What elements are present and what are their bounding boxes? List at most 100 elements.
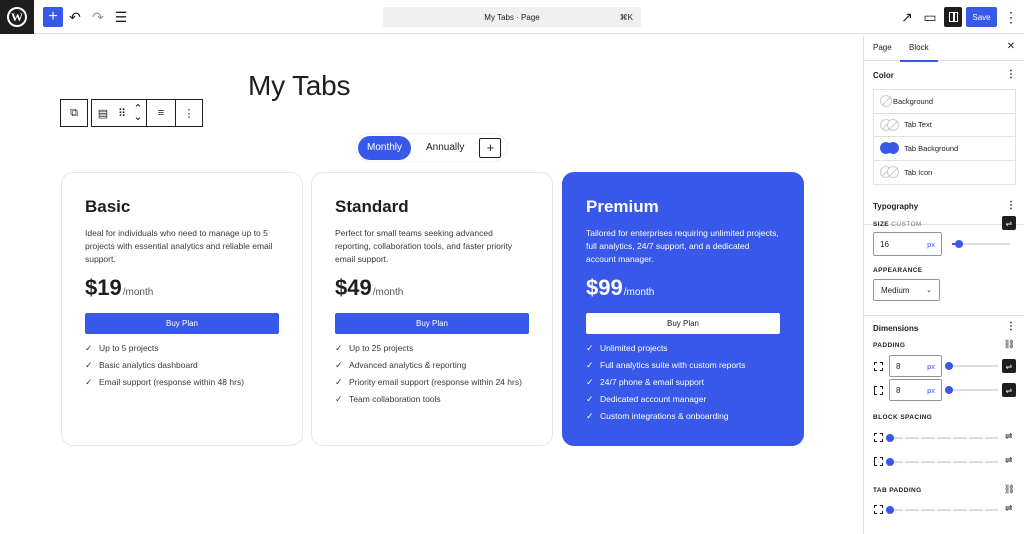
block-spacing-horizontal-slider[interactable] <box>889 461 998 463</box>
check-icon: ✓ <box>335 360 343 370</box>
more-vertical-icon[interactable]: ⋮ <box>1006 69 1016 80</box>
list-item: ✓ Dedicated account manager <box>586 394 707 404</box>
dimensions-panel: Dimensions ⋮ PADDING ⛓ 8 px ⇌ 8 px ⇌ BLO… <box>864 316 1024 534</box>
list-item: ✓ Priority email support (response within… <box>335 377 522 387</box>
plan-price-row: $19 /month <box>85 275 279 301</box>
plan-price: $19 <box>85 275 122 300</box>
plan-period: /month <box>372 287 404 298</box>
typography-panel-heading: Typography <box>873 202 919 211</box>
parent-block-icon: ⧉ <box>70 106 78 119</box>
list-item: ✓ Full analytics suite with custom report… <box>586 360 746 370</box>
color-item-tab-background[interactable]: Tab Background <box>874 137 1015 161</box>
padding-horizontal-input[interactable]: 8 px <box>889 379 942 401</box>
check-icon: ✓ <box>335 377 343 387</box>
padding-label: PADDING <box>873 342 906 349</box>
plan-period: /month <box>122 287 154 298</box>
block-inserter-button[interactable]: + <box>43 7 63 27</box>
undo-button[interactable]: ↶ <box>65 7 85 27</box>
check-icon: ✓ <box>335 394 343 404</box>
sidebar-tabs: Page Block ✕ <box>864 35 1024 62</box>
pricing-card-standard[interactable]: Standard Perfect for small teams seeking… <box>311 172 553 446</box>
sliders-icon[interactable]: ⇌ <box>1002 383 1016 397</box>
check-icon: ✓ <box>586 377 594 387</box>
plan-title: Basic <box>85 197 131 216</box>
drag-icon: ⠿ <box>117 107 127 120</box>
shortcut-hint: ⌘K <box>619 12 633 22</box>
select-parent-button[interactable]: ⧉ <box>61 100 87 126</box>
justify-icon: ≡ <box>157 107 165 119</box>
plan-period: /month <box>623 287 655 298</box>
buy-plan-button[interactable]: Buy Plan <box>586 313 780 334</box>
block-options-button[interactable]: ⋮ <box>176 100 202 126</box>
sliders-icon[interactable]: ⇌ <box>1005 455 1013 466</box>
check-icon: ✓ <box>586 360 594 370</box>
padding-vertical-slider[interactable] <box>944 362 998 370</box>
page-title[interactable]: My Tabs <box>248 70 351 102</box>
sidebar-icon <box>948 12 958 22</box>
buy-plan-button[interactable]: Buy Plan <box>85 313 279 334</box>
link-icon[interactable]: ⛓ <box>1004 339 1015 350</box>
unit-select[interactable]: px <box>927 240 935 249</box>
settings-sidebar-toggle[interactable] <box>944 7 962 27</box>
buy-plan-button[interactable]: Buy Plan <box>335 313 529 334</box>
tab-annually[interactable]: Annually <box>417 136 473 160</box>
color-item-background[interactable]: Background <box>874 90 1015 114</box>
plan-price-row: $99 /month <box>586 275 780 301</box>
check-icon: ✓ <box>586 394 594 404</box>
font-size-input[interactable]: 16 px <box>873 232 942 256</box>
view-page-button[interactable]: ↗ <box>897 7 917 27</box>
list-item: ✓ Email support (response within 48 hrs) <box>85 377 245 387</box>
pricing-card-premium[interactable]: Premium Tailored for enterprises requiri… <box>562 172 804 446</box>
list-item: ✓ Basic analytics dashboard <box>85 360 198 370</box>
command-palette-bar[interactable]: My Tabs · Page ⌘K <box>383 7 641 27</box>
feature-list: ✓ Up to 25 projects ✓ Advanced analytics &… <box>335 342 529 405</box>
feature-list: ✓ Up to 5 projects ✓ Basic analytics dashb… <box>85 342 279 388</box>
sliders-icon[interactable]: ⇌ <box>1002 359 1016 373</box>
document-overview-button[interactable]: ☰ <box>111 7 131 27</box>
chevron-down-icon[interactable]: ⌄ <box>133 112 142 123</box>
color-settings-list: Background Tab Text Tab Background Tab I… <box>873 89 1016 185</box>
block-toolbar: ⧉ ▤ ⠿ ⌃ ⌄ ≡ ⋮ <box>60 99 203 127</box>
device-preview-button[interactable]: ▭ <box>920 7 940 27</box>
redo-button[interactable]: ↷ <box>88 7 108 27</box>
sliders-icon[interactable]: ⇌ <box>1002 216 1016 230</box>
color-swatch-icon <box>880 95 892 108</box>
check-icon: ✓ <box>85 343 93 353</box>
options-menu-button[interactable]: ⋮ <box>1001 7 1021 27</box>
color-item-tab-text[interactable]: Tab Text <box>874 114 1015 137</box>
wordpress-logo-button[interactable]: W <box>0 0 34 34</box>
block-spacing-label: BLOCK SPACING <box>873 414 933 421</box>
save-button[interactable]: Save <box>966 7 997 27</box>
list-item: ✓ Up to 5 projects <box>85 343 159 353</box>
font-size-slider[interactable] <box>952 240 1010 248</box>
plus-icon: + <box>486 140 495 155</box>
pricing-card-basic[interactable]: Basic Ideal for individuals who need to … <box>61 172 303 446</box>
close-icon[interactable]: ✕ <box>1007 41 1015 52</box>
link-icon[interactable]: ⛓ <box>1004 484 1015 495</box>
tab-page[interactable]: Page <box>873 43 892 52</box>
block-type-button[interactable]: ▤ <box>92 100 114 126</box>
plan-title: Premium <box>586 197 659 216</box>
block-spacing-vertical-slider[interactable] <box>889 437 998 439</box>
tab-padding-vertical-slider[interactable] <box>889 509 998 511</box>
list-item: ✓ 24/7 phone & email support <box>586 377 704 387</box>
plus-icon: + <box>48 8 58 25</box>
check-icon: ✓ <box>335 343 343 353</box>
color-item-tab-icon[interactable]: Tab Icon <box>874 161 1015 185</box>
spacing-vertical-icon <box>874 433 883 442</box>
more-vertical-icon[interactable]: ⋮ <box>1006 200 1016 211</box>
padding-horizontal-slider[interactable] <box>944 386 998 394</box>
add-tab-button[interactable]: + <box>479 137 502 158</box>
justify-button[interactable]: ≡ <box>147 100 175 126</box>
wordpress-logo-icon: W <box>7 7 27 27</box>
tab-monthly[interactable]: Monthly <box>358 135 412 160</box>
move-block-controls[interactable]: ⌃ ⌄ <box>130 100 146 126</box>
appearance-select[interactable]: Medium ⌄ <box>873 279 940 301</box>
padding-vertical-input[interactable]: 8 px <box>889 355 942 377</box>
sliders-icon[interactable]: ⇌ <box>1005 503 1013 514</box>
more-vertical-icon[interactable]: ⋮ <box>1006 321 1016 332</box>
drag-handle[interactable]: ⠿ <box>114 100 130 126</box>
check-icon: ✓ <box>85 377 93 387</box>
sliders-icon[interactable]: ⇌ <box>1005 431 1013 442</box>
tab-block[interactable]: Block <box>900 43 937 62</box>
